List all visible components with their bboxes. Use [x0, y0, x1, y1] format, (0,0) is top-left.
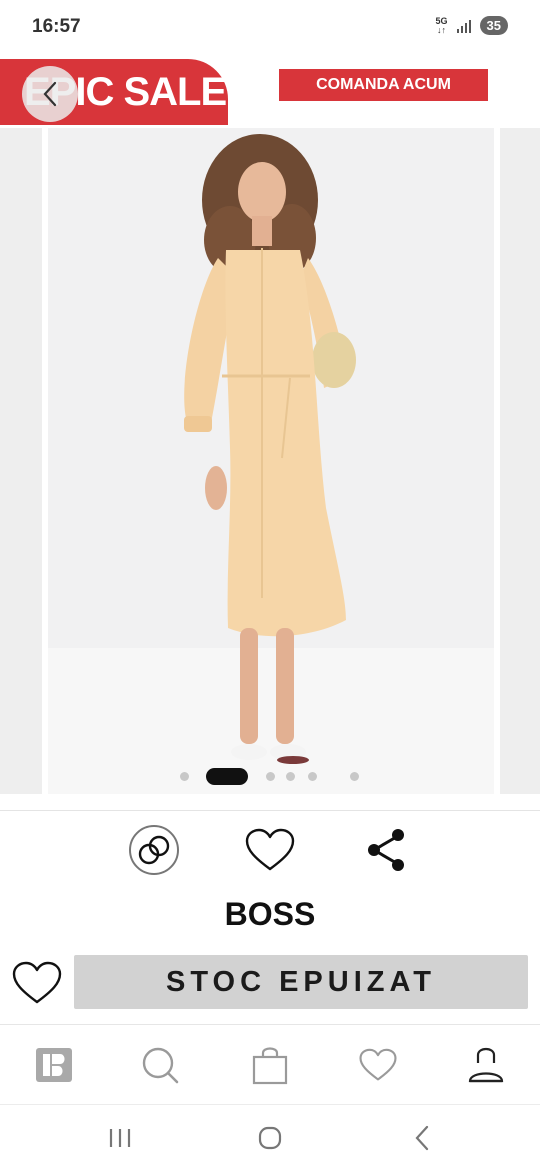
carousel-dot[interactable] — [180, 772, 189, 781]
add-to-wishlist-button[interactable] — [10, 956, 64, 1010]
back-chevron-icon — [415, 1125, 429, 1151]
status-indicators: 5G ↓↑ 35 — [436, 16, 508, 35]
app-logo-icon — [36, 1048, 72, 1082]
carousel-indicator — [0, 766, 540, 786]
product-actions — [0, 812, 540, 888]
carousel-dot[interactable] — [308, 772, 317, 781]
carousel-dot[interactable] — [350, 772, 359, 781]
recent-apps-button[interactable] — [100, 1121, 140, 1155]
nav-home[interactable] — [32, 1043, 76, 1087]
search-icon — [142, 1047, 179, 1084]
home-button[interactable] — [250, 1121, 290, 1155]
next-slide-peek[interactable] — [500, 128, 540, 794]
buy-bar: STOC EPUIZAT — [0, 944, 540, 1022]
nav-favorites[interactable] — [356, 1043, 400, 1087]
data-arrows-icon: ↓↑ — [437, 24, 447, 35]
chevron-left-icon — [43, 81, 57, 107]
carousel-dot[interactable] — [286, 772, 295, 781]
heart-outline-icon — [12, 961, 62, 1004]
wishlist-button[interactable] — [242, 822, 298, 878]
product-brand[interactable]: BOSS — [0, 896, 540, 940]
heart-outline-icon — [245, 828, 295, 871]
compare-button[interactable] — [126, 822, 182, 878]
battery-badge: 35 — [479, 16, 508, 35]
carousel-dot-active[interactable] — [206, 768, 248, 785]
system-back-button[interactable] — [402, 1121, 442, 1155]
status-time: 16:57 — [32, 16, 81, 37]
back-button[interactable] — [22, 66, 78, 122]
product-image[interactable] — [48, 128, 494, 794]
signal-icon — [456, 19, 471, 33]
out-of-stock-button[interactable]: STOC EPUIZAT — [74, 955, 528, 1009]
previous-slide-peek[interactable] — [0, 128, 42, 794]
nav-cart[interactable] — [248, 1043, 292, 1087]
nav-search[interactable] — [138, 1043, 182, 1087]
recent-apps-icon — [109, 1129, 131, 1147]
carousel-dot[interactable] — [266, 772, 275, 781]
share-icon — [368, 829, 404, 871]
product-gallery[interactable] — [0, 126, 540, 798]
status-bar: 16:57 5G ↓↑ 35 — [0, 0, 540, 56]
heart-icon — [359, 1048, 397, 1081]
nav-account[interactable] — [464, 1043, 508, 1087]
order-now-button[interactable]: COMANDA ACUM — [279, 69, 488, 101]
system-navigation — [0, 1104, 540, 1170]
network-indicator: 5G ↓↑ — [436, 16, 448, 35]
promo-banner: EPIC SALE COMANDA ACUM — [0, 56, 540, 126]
shopping-bag-icon — [252, 1047, 288, 1085]
model-dress-illustration — [184, 134, 356, 764]
compare-rings-icon — [129, 825, 179, 875]
share-button[interactable] — [358, 822, 414, 878]
account-icon — [468, 1047, 504, 1083]
divider — [0, 810, 540, 811]
home-icon — [258, 1126, 282, 1150]
bottom-navigation — [0, 1024, 540, 1104]
